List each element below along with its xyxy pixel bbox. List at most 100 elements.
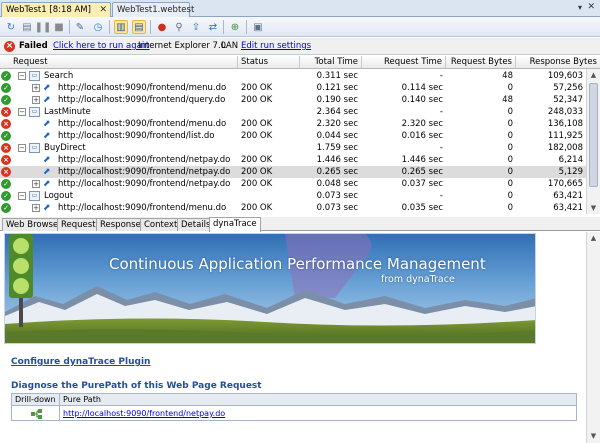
document-tab-strip: WebTest1 [8:18 AM] ✕ WebTest1.webtest ▾ …: [0, 0, 600, 17]
request-bytes-cell: 48: [502, 95, 513, 105]
request-icon: ⬈: [43, 131, 51, 141]
status-cell: 200 OK: [241, 179, 273, 189]
pause-icon[interactable]: ❚❚: [35, 20, 52, 34]
tab-request[interactable]: Request: [57, 218, 100, 231]
chevron-up-icon[interactable]: ▲: [587, 232, 600, 244]
grid-scrollbar[interactable]: ▲ ▼: [586, 69, 600, 214]
stop-icon[interactable]: ■: [52, 20, 66, 34]
collapse-icon[interactable]: −: [18, 144, 26, 152]
browser-scrollbar[interactable]: ▲ ▼: [586, 232, 600, 443]
response-bytes-cell: 5,129: [558, 167, 583, 177]
toolbar-separator: [223, 20, 224, 34]
request-row[interactable]: ✓ + ⬈ http://localhost:9090/frontend/netpay…: [0, 178, 586, 190]
request-row[interactable]: ✓ + ⬈ http://localhost:9090/frontend/menu.d…: [0, 202, 586, 214]
close-icon[interactable]: ✕: [587, 2, 595, 12]
request-icon: ⬈: [43, 95, 51, 105]
status-cell: 200 OK: [241, 167, 273, 177]
page-icon: ▭: [29, 107, 40, 117]
tab-webtest1-webtest[interactable]: WebTest1.webtest: [112, 2, 194, 17]
drill-down-icon[interactable]: [31, 409, 42, 419]
column-header-response-bytes[interactable]: Response Bytes: [516, 56, 600, 69]
expand-icon[interactable]: +: [32, 180, 40, 188]
total-time-cell: 0.073 sec: [316, 191, 358, 201]
page-row[interactable]: ✓ − ▭ Search 0.311 sec - 48 109,603: [0, 70, 586, 82]
edit-run-icon[interactable]: ▤: [20, 20, 34, 34]
request-name: Logout: [44, 191, 74, 201]
expand-icon[interactable]: +: [32, 96, 40, 104]
request-time-cell: 0.114 sec: [401, 83, 443, 93]
history-icon[interactable]: ◷: [91, 20, 105, 34]
request-time-cell: -: [439, 191, 443, 201]
total-time-cell: 0.048 sec: [316, 179, 358, 189]
request-time-cell: -: [439, 143, 443, 153]
request-time-cell: 0.140 sec: [401, 95, 443, 105]
page-row[interactable]: × − ▭ BuyDirect 1.759 sec - 0 182,008: [0, 142, 586, 154]
results-grid: Request Status Total Time Request Time R…: [0, 56, 600, 214]
collapse-icon[interactable]: −: [18, 72, 26, 80]
status-cell: 200 OK: [241, 203, 273, 213]
request-icon: ⬈: [43, 83, 51, 93]
column-header-request[interactable]: Request: [0, 56, 238, 69]
request-time-cell: 0.016 sec: [401, 131, 443, 141]
layout-vertical-icon[interactable]: ▤: [132, 20, 146, 34]
passed-icon: ✓: [1, 71, 11, 81]
expand-icon[interactable]: +: [32, 84, 40, 92]
request-row[interactable]: × ⬈ http://localhost:9090/frontend/netpay.…: [0, 166, 586, 178]
edit-run-settings-link[interactable]: Edit run settings: [241, 41, 311, 52]
grid-header: Request Status Total Time Request Time R…: [0, 56, 600, 69]
request-name: http://localhost:9090/frontend/netpay.do: [58, 155, 231, 165]
parameterize-icon[interactable]: ⇄: [206, 20, 220, 34]
expand-icon[interactable]: +: [32, 204, 40, 212]
request-row[interactable]: ✓ ⬈ http://localhost:9090/frontend/list.do…: [0, 130, 586, 142]
request-row[interactable]: × ⬈ http://localhost:9090/frontend/menu.do…: [0, 118, 586, 130]
add-dependency-icon[interactable]: ⊕: [228, 20, 242, 34]
tab-webtest1-result[interactable]: WebTest1 [8:18 AM] ✕: [1, 2, 111, 17]
dynatrace-icon[interactable]: ●: [155, 20, 169, 34]
chevron-down-icon[interactable]: ▼: [587, 202, 600, 214]
passed-icon: ✓: [1, 191, 11, 201]
collapse-icon[interactable]: −: [18, 108, 26, 116]
dynatrace-banner: Continuous Application Performance Manag…: [4, 233, 536, 344]
close-icon[interactable]: ✕: [99, 3, 107, 17]
request-name: BuyDirect: [44, 143, 86, 153]
response-bytes-cell: 52,347: [553, 95, 583, 105]
total-time-cell: 0.121 sec: [316, 83, 358, 93]
request-name: http://localhost:9090/frontend/menu.do: [58, 119, 227, 129]
chevron-down-icon[interactable]: ▼: [587, 430, 600, 442]
run-again-link[interactable]: Click here to run again: [53, 41, 150, 52]
request-row[interactable]: ✓ + ⬈ http://localhost:9090/frontend/menu.d…: [0, 82, 586, 94]
collapse-icon[interactable]: −: [18, 192, 26, 200]
page-row[interactable]: ✓ − ▭ Logout 0.073 sec - 0 63,421: [0, 190, 586, 202]
request-bytes-cell: 0: [507, 167, 513, 177]
purepath-link[interactable]: http://localhost:9090/frontend/netpay.do: [63, 407, 225, 421]
layout-horizontal-icon[interactable]: ▥: [114, 20, 128, 34]
refresh-icon[interactable]: ↻: [4, 20, 18, 34]
export-icon[interactable]: ⇪: [189, 20, 203, 34]
column-header-request-time[interactable]: Request Time: [362, 56, 446, 69]
scrollbar-thumb[interactable]: [589, 83, 598, 187]
column-header-status[interactable]: Status: [238, 56, 300, 69]
edit-test-icon[interactable]: ✎: [73, 20, 87, 34]
tab-response[interactable]: Response: [96, 218, 145, 231]
total-time-cell: 0.044 sec: [316, 131, 358, 141]
request-row[interactable]: ✓ + ⬈ http://localhost:9090/frontend/query.…: [0, 94, 586, 106]
request-bytes-cell: 0: [507, 203, 513, 213]
request-time-cell: 2.320 sec: [401, 119, 443, 129]
column-header-total-time[interactable]: Total Time: [300, 56, 362, 69]
configure-dynatrace-link[interactable]: Configure dynaTrace Plugin: [11, 357, 150, 367]
tab-context[interactable]: Context: [140, 218, 182, 231]
chevron-down-icon[interactable]: ▾: [578, 3, 582, 12]
status-cell: 200 OK: [241, 131, 273, 141]
find-icon[interactable]: ⚲: [172, 20, 186, 34]
chevron-up-icon[interactable]: ▲: [587, 69, 600, 81]
request-bytes-cell: 0: [507, 143, 513, 153]
column-header-request-bytes[interactable]: Request Bytes: [446, 56, 516, 69]
request-row[interactable]: × ⬈ http://localhost:9090/frontend/netpay.…: [0, 154, 586, 166]
failed-icon: ×: [1, 167, 11, 177]
save-icon[interactable]: ▣: [251, 20, 265, 34]
total-time-cell: 0.311 sec: [316, 71, 358, 81]
page-icon: ▭: [29, 71, 40, 81]
page-row[interactable]: × − ▭ LastMinute 2.364 sec - 0 248,033: [0, 106, 586, 118]
tab-dynatrace[interactable]: dynaTrace: [209, 217, 261, 232]
request-time-cell: -: [439, 71, 443, 81]
